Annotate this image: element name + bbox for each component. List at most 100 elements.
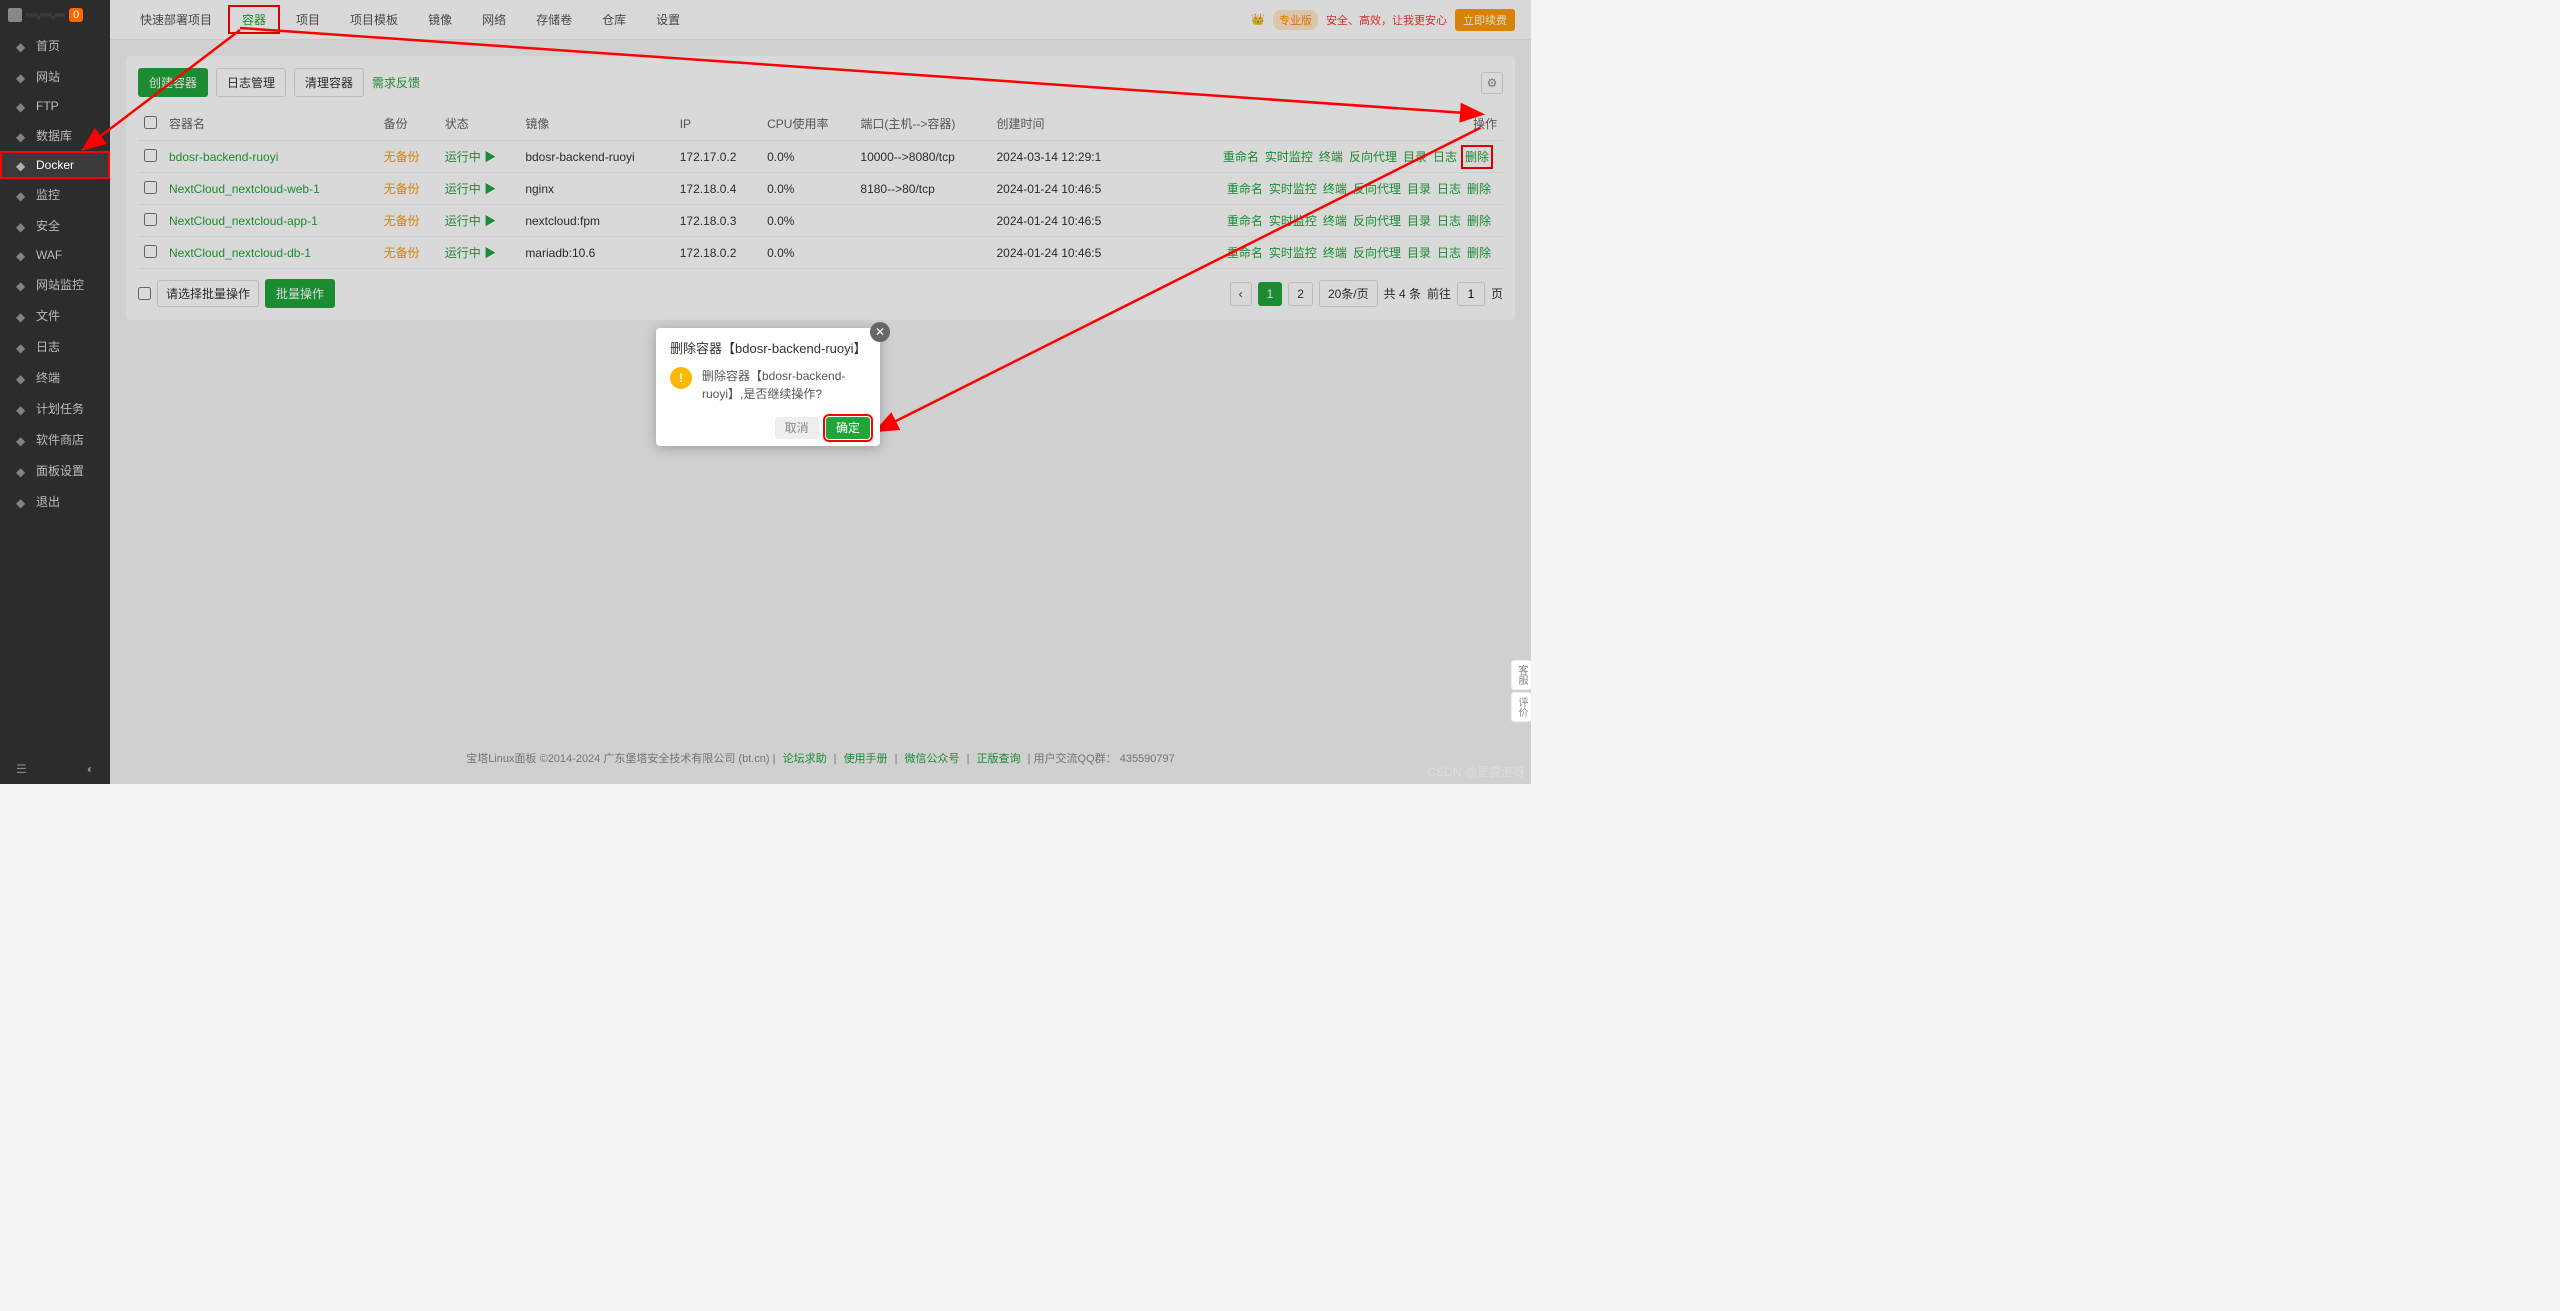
sidebar-item-terminal[interactable]: ◆终端 (0, 362, 110, 393)
op-反向代理[interactable]: 反向代理 (1353, 182, 1401, 196)
collapse-icon[interactable]: ☰ (16, 762, 27, 776)
op-目录[interactable]: 目录 (1403, 150, 1427, 164)
goto-input[interactable] (1457, 282, 1485, 306)
sidebar-item-store[interactable]: ◆软件商店 (0, 424, 110, 455)
page-1[interactable]: 1 (1258, 282, 1283, 306)
op-目录[interactable]: 目录 (1407, 214, 1431, 228)
select-all-checkbox[interactable] (138, 287, 151, 300)
footer-link[interactable]: 正版查询 (977, 753, 1021, 765)
tab-存储卷[interactable]: 存储卷 (522, 5, 586, 34)
op-终端[interactable]: 终端 (1323, 182, 1347, 196)
clean-container-button[interactable]: 清理容器 (294, 68, 364, 97)
sidebar-item-settings[interactable]: ◆面板设置 (0, 455, 110, 486)
op-终端[interactable]: 终端 (1319, 150, 1343, 164)
op-终端[interactable]: 终端 (1323, 246, 1347, 260)
gear-icon[interactable]: ⚙ (1481, 72, 1503, 94)
op-实时监控[interactable]: 实时监控 (1265, 150, 1313, 164)
tab-仓库[interactable]: 仓库 (588, 5, 640, 34)
op-重命名[interactable]: 重命名 (1227, 182, 1263, 196)
qq-number: 435590797 (1120, 753, 1175, 765)
tab-设置[interactable]: 设置 (642, 5, 694, 34)
row-checkbox[interactable] (144, 149, 157, 162)
sidebar-item-shield[interactable]: ◆安全 (0, 210, 110, 241)
backup-status[interactable]: 无备份 (384, 182, 420, 196)
sidebar-item-db[interactable]: ◆数据库 (0, 120, 110, 151)
sidebar-item-cloud[interactable]: ◆Docker (0, 151, 110, 179)
op-重命名[interactable]: 重命名 (1227, 214, 1263, 228)
tab-镜像[interactable]: 镜像 (414, 5, 466, 34)
op-日志[interactable]: 日志 (1437, 214, 1461, 228)
sidebar-item-ftp[interactable]: ◆FTP (0, 92, 110, 120)
sidebar-item-folder[interactable]: ◆文件 (0, 300, 110, 331)
sidebar-item-home[interactable]: ◆首页 (0, 30, 110, 61)
op-目录[interactable]: 目录 (1407, 182, 1431, 196)
row-checkbox[interactable] (144, 245, 157, 258)
play-icon[interactable]: ▶ (484, 214, 496, 228)
cron-icon: ◆ (16, 403, 28, 415)
tab-项目[interactable]: 项目 (282, 5, 334, 34)
op-反向代理[interactable]: 反向代理 (1353, 214, 1401, 228)
op-反向代理[interactable]: 反向代理 (1349, 150, 1397, 164)
sidebar-item-exit[interactable]: ◆退出 (0, 486, 110, 517)
footer-link[interactable]: 微信公众号 (905, 753, 960, 765)
row-checkbox[interactable] (144, 181, 157, 194)
play-icon[interactable]: ▶ (484, 150, 496, 164)
container-name-link[interactable]: bdosr-backend-ruoyi (169, 150, 278, 164)
create-container-button[interactable]: 创建容器 (138, 68, 208, 97)
op-删除[interactable]: 删除 (1467, 214, 1491, 228)
float-review[interactable]: 评价 (1511, 692, 1532, 722)
op-终端[interactable]: 终端 (1323, 214, 1347, 228)
backup-status[interactable]: 无备份 (384, 214, 420, 228)
play-icon[interactable]: ▶ (484, 246, 496, 260)
op-实时监控[interactable]: 实时监控 (1269, 182, 1317, 196)
prev-page[interactable]: ‹ (1230, 282, 1252, 306)
sidebar-item-log[interactable]: ◆日志 (0, 331, 110, 362)
batch-go-button[interactable]: 批量操作 (265, 279, 335, 308)
sidebar-header: ···.···.··· 0 (0, 0, 110, 30)
sidebar-item-sitemon[interactable]: ◆网站监控 (0, 269, 110, 300)
row-checkbox[interactable] (144, 213, 157, 226)
db-icon: ◆ (16, 130, 28, 142)
tab-快速部署项目[interactable]: 快速部署项目 (126, 5, 226, 34)
op-重命名[interactable]: 重命名 (1227, 246, 1263, 260)
backup-status[interactable]: 无备份 (384, 150, 420, 164)
per-page-select[interactable]: 20条/页 (1319, 280, 1378, 307)
op-日志[interactable]: 日志 (1437, 182, 1461, 196)
play-icon[interactable]: ▶ (484, 182, 496, 196)
sidebar-item-waf[interactable]: ◆WAF (0, 241, 110, 269)
container-name-link[interactable]: NextCloud_nextcloud-web-1 (169, 182, 320, 196)
select-all[interactable] (144, 116, 157, 129)
backup-status[interactable]: 无备份 (384, 246, 420, 260)
float-kefu[interactable]: 客服 (1511, 660, 1532, 690)
footer-link[interactable]: 论坛求助 (783, 753, 827, 765)
feedback-link[interactable]: 需求反馈 (372, 74, 420, 91)
sidebar-item-globe[interactable]: ◆网站 (0, 61, 110, 92)
sidebar-item-monitor[interactable]: ◆监控 (0, 179, 110, 210)
cancel-button[interactable]: 取消 (775, 417, 819, 439)
op-日志[interactable]: 日志 (1437, 246, 1461, 260)
op-反向代理[interactable]: 反向代理 (1353, 246, 1401, 260)
container-name-link[interactable]: NextCloud_nextcloud-app-1 (169, 214, 318, 228)
container-name-link[interactable]: NextCloud_nextcloud-db-1 (169, 246, 311, 260)
renew-button[interactable]: 立即续费 (1455, 9, 1515, 31)
ok-button[interactable]: 确定 (826, 417, 870, 439)
page-2[interactable]: 2 (1288, 282, 1313, 306)
op-实时监控[interactable]: 实时监控 (1269, 214, 1317, 228)
op-目录[interactable]: 目录 (1407, 246, 1431, 260)
op-重命名[interactable]: 重命名 (1223, 150, 1259, 164)
footer-link[interactable]: 使用手册 (844, 753, 888, 765)
op-实时监控[interactable]: 实时监控 (1269, 246, 1317, 260)
op-日志[interactable]: 日志 (1433, 150, 1457, 164)
theme-icon[interactable]: ◐ (87, 762, 94, 776)
log-manage-button[interactable]: 日志管理 (216, 68, 286, 97)
tab-项目模板[interactable]: 项目模板 (336, 5, 412, 34)
op-删除[interactable]: 删除 (1467, 182, 1491, 196)
batch-select[interactable]: 请选择批量操作 (157, 280, 259, 307)
notification-badge[interactable]: 0 (69, 8, 83, 22)
tab-网络[interactable]: 网络 (468, 5, 520, 34)
op-删除[interactable]: 删除 (1467, 246, 1491, 260)
sidebar-item-cron[interactable]: ◆计划任务 (0, 393, 110, 424)
op-删除[interactable]: 删除 (1463, 147, 1491, 167)
tab-容器[interactable]: 容器 (228, 5, 280, 34)
close-icon[interactable]: ✕ (870, 322, 890, 342)
